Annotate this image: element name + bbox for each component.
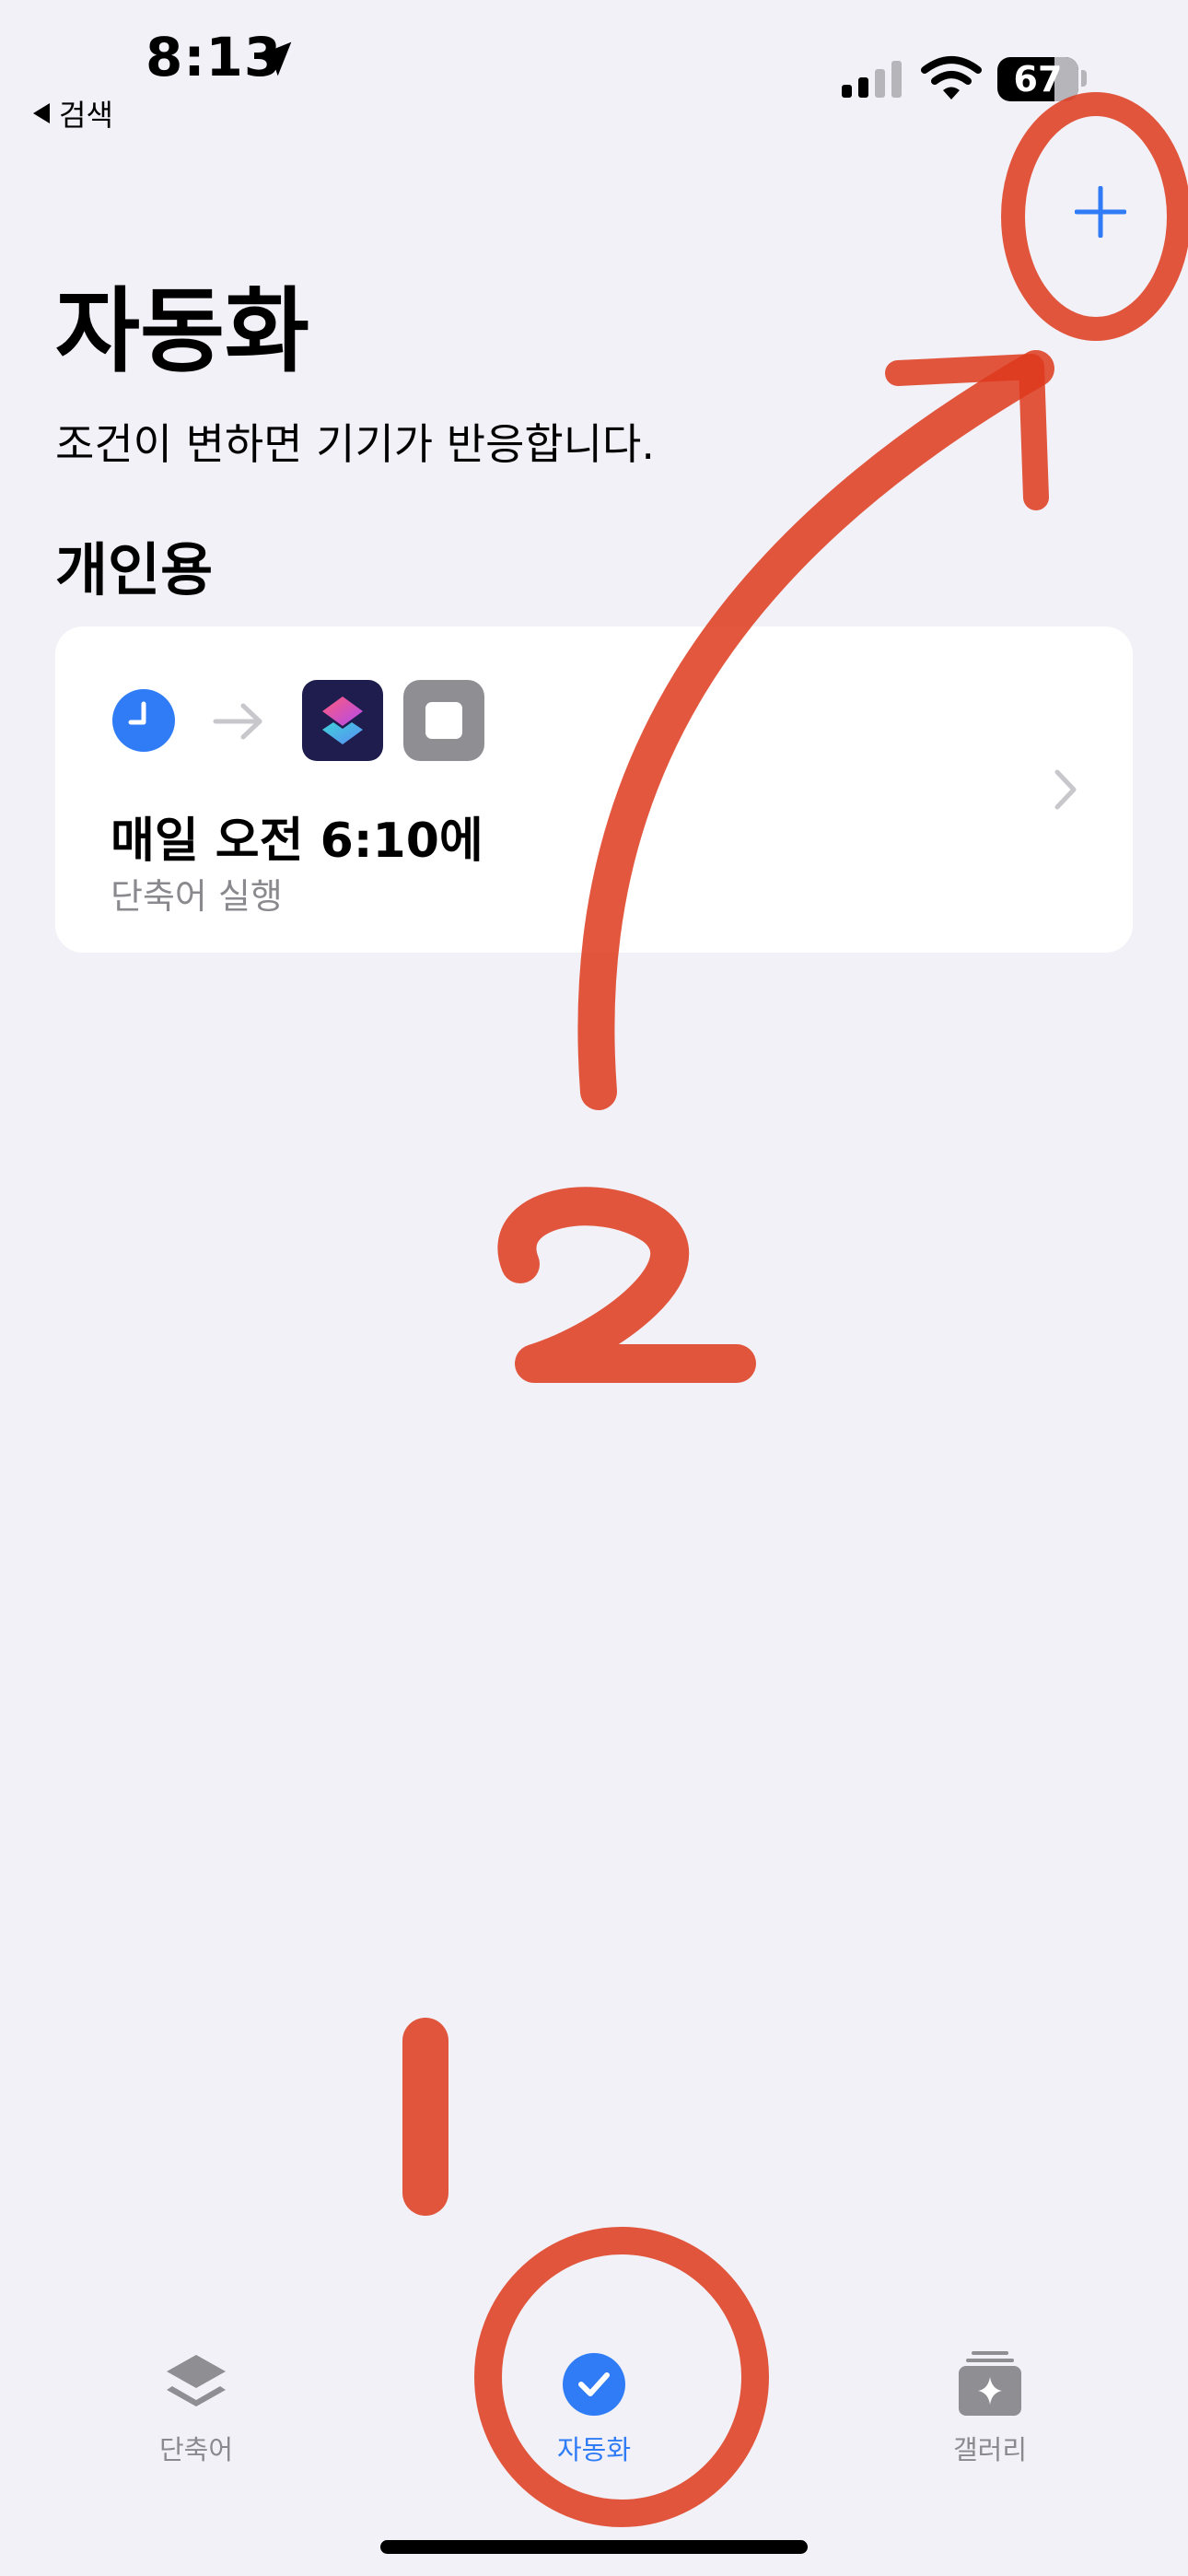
battery-level: 67: [1013, 59, 1063, 100]
annotation-arrowhead: [885, 354, 1049, 510]
tab-gallery[interactable]: 갤러리: [898, 2340, 1082, 2467]
stop-action-icon: [403, 680, 484, 761]
tab-label-automation: 자동화: [556, 2434, 632, 2465]
shortcuts-app-icon: [302, 680, 383, 761]
clock-icon: [112, 689, 175, 752]
wifi-icon: [921, 56, 982, 100]
tab-label-gallery: 갤러리: [952, 2434, 1028, 2465]
section-title-personal: 개인용: [55, 536, 214, 603]
cellular-signal-icon: [842, 61, 902, 98]
page-title: 자동화: [55, 277, 309, 385]
gallery-sparkle-icon: [959, 2351, 1021, 2416]
location-arrow-icon: [257, 41, 292, 76]
tab-label-shortcuts: 단축어: [158, 2434, 234, 2465]
automation-title: 매일 오전 6:10에: [111, 814, 483, 869]
chevron-right-icon: [1054, 769, 1077, 810]
battery-cap: [1081, 70, 1087, 87]
annotation-marker-2-stroke: [497, 1187, 756, 1383]
page-subtitle: 조건이 변하면 기기가 반응합니다.: [55, 419, 655, 469]
tab-shortcuts[interactable]: 단축어: [104, 2340, 288, 2467]
tab-automation[interactable]: 자동화: [502, 2340, 686, 2467]
add-automation-button[interactable]: [1064, 175, 1137, 249]
automation-subtitle: 단축어 실행: [111, 876, 283, 917]
back-link[interactable]: 검색: [33, 92, 113, 135]
stack-layers-icon: [167, 2355, 226, 2406]
battery-indicator: 67: [997, 57, 1078, 101]
back-arrow-icon: [33, 103, 50, 123]
arrow-right-icon: [213, 703, 262, 740]
back-label: 검색: [59, 98, 113, 133]
home-indicator: [380, 2540, 808, 2554]
automation-card[interactable]: 매일 오전 6:10에 단축어 실행: [55, 626, 1133, 953]
checkmark-circle-icon: [563, 2353, 625, 2416]
plus-icon: [1075, 186, 1126, 238]
